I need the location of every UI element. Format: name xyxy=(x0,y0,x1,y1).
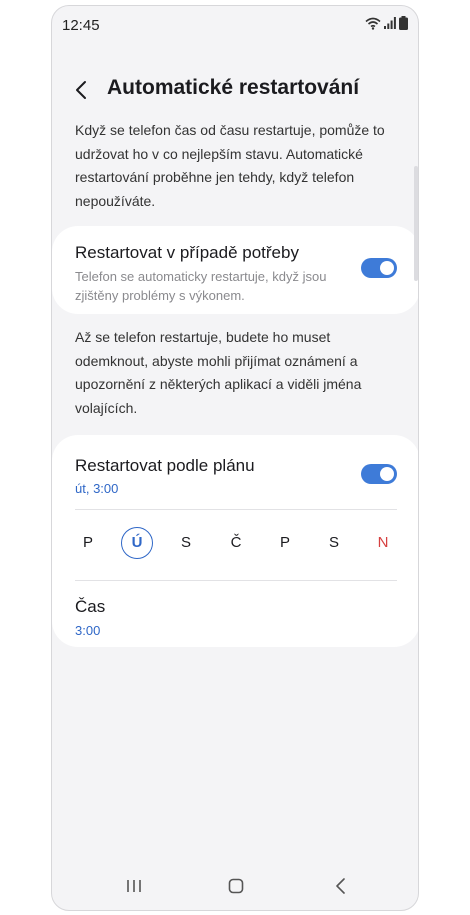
status-time: 12:45 xyxy=(62,17,100,34)
day-saturday[interactable]: S xyxy=(318,527,350,559)
note-text: Až se telefon restartuje, budete ho muse… xyxy=(75,329,362,416)
page-title: Automatické restartování xyxy=(107,76,360,99)
navigation-bar xyxy=(52,862,418,910)
back-icon[interactable] xyxy=(327,872,355,900)
day-thursday[interactable]: Č xyxy=(220,527,252,559)
toggle-knob xyxy=(380,467,394,481)
scheduled-restart-title[interactable]: Restartovat podle plánu xyxy=(75,456,255,476)
intro-text: Když se telefon čas od času restartuje, … xyxy=(75,122,385,209)
day-sunday[interactable]: N xyxy=(367,527,399,559)
page-header: Automatické restartování xyxy=(52,68,418,116)
scheduled-restart-card: Restartovat podle plánu út, 3:00 P Ú S Č… xyxy=(52,435,418,647)
day-selector: P Ú S Č P S N xyxy=(72,527,402,561)
time-label: Čas xyxy=(75,597,106,616)
signal-icon xyxy=(384,17,396,29)
toggle-knob xyxy=(380,261,394,275)
divider xyxy=(75,509,397,510)
battery-icon xyxy=(399,16,408,30)
time-value: 3:00 xyxy=(75,623,101,638)
scheduled-restart-toggle[interactable] xyxy=(361,464,397,484)
wifi-icon xyxy=(365,17,381,30)
phone-screen: 12:45 Automatické restartování Když se t… xyxy=(51,5,419,911)
day-tuesday[interactable]: Ú xyxy=(121,527,153,559)
restart-when-needed-title: Restartovat v případě potřeby xyxy=(75,243,299,262)
scrollbar[interactable] xyxy=(414,166,418,281)
scheduled-restart-summary: út, 3:00 xyxy=(75,481,119,496)
home-icon[interactable] xyxy=(222,872,250,900)
time-row[interactable]: Čas 3:00 xyxy=(52,581,418,645)
status-icons xyxy=(365,16,408,30)
restart-when-needed-description: Telefon se automaticky restartuje, když … xyxy=(75,269,327,303)
day-friday[interactable]: P xyxy=(269,527,301,559)
recent-apps-icon[interactable] xyxy=(120,872,148,900)
restart-when-needed-toggle[interactable] xyxy=(361,258,397,278)
chevron-left-icon[interactable] xyxy=(70,78,94,102)
restart-when-needed-card[interactable]: Restartovat v případě potřeby Telefon se… xyxy=(52,226,418,314)
day-wednesday[interactable]: S xyxy=(170,527,202,559)
status-bar: 12:45 xyxy=(52,6,418,44)
day-monday[interactable]: P xyxy=(72,527,104,559)
